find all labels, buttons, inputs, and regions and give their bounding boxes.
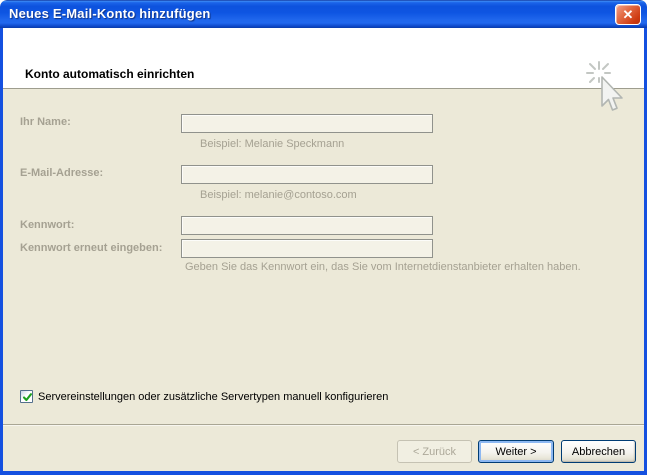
close-icon: ✕ [623, 7, 634, 22]
new-email-account-dialog: Neues E-Mail-Konto hinzufügen ✕ Konto au… [0, 0, 647, 475]
window-border-left [0, 28, 3, 475]
password-field-label: Kennwort: [20, 219, 74, 231]
titlebar[interactable]: Neues E-Mail-Konto hinzufügen ✕ [0, 0, 647, 28]
password-input [181, 216, 433, 235]
click-cursor-sparkle-icon [583, 60, 631, 116]
cancel-button[interactable]: Abbrechen [561, 440, 636, 463]
window-border-bottom [0, 471, 647, 475]
email-input [181, 165, 433, 184]
name-field-label: Ihr Name: [20, 116, 71, 128]
name-hint: Beispiel: Melanie Speckmann [200, 138, 344, 150]
email-field-label: E-Mail-Adresse: [20, 167, 103, 179]
email-hint: Beispiel: melanie@contoso.com [200, 189, 357, 201]
manual-config-checkbox-label[interactable]: Servereinstellungen oder zusätzliche Ser… [38, 391, 388, 403]
manual-config-checkbox[interactable] [20, 390, 33, 403]
page-title: Konto automatisch einrichten [25, 67, 194, 81]
checkmark-icon [21, 391, 34, 404]
password-hint: Geben Sie das Kennwort ein, das Sie vom … [185, 261, 581, 273]
close-button[interactable]: ✕ [615, 4, 641, 25]
next-button[interactable]: Weiter > [478, 440, 554, 463]
name-input [181, 114, 433, 133]
password-repeat-input [181, 239, 433, 258]
password-repeat-field-label: Kennwort erneut eingeben: [20, 242, 162, 254]
footer-divider [3, 424, 644, 425]
dialog-header: Konto automatisch einrichten [3, 28, 644, 89]
window-title: Neues E-Mail-Konto hinzufügen [9, 6, 211, 21]
back-button: < Zurück [397, 440, 472, 463]
